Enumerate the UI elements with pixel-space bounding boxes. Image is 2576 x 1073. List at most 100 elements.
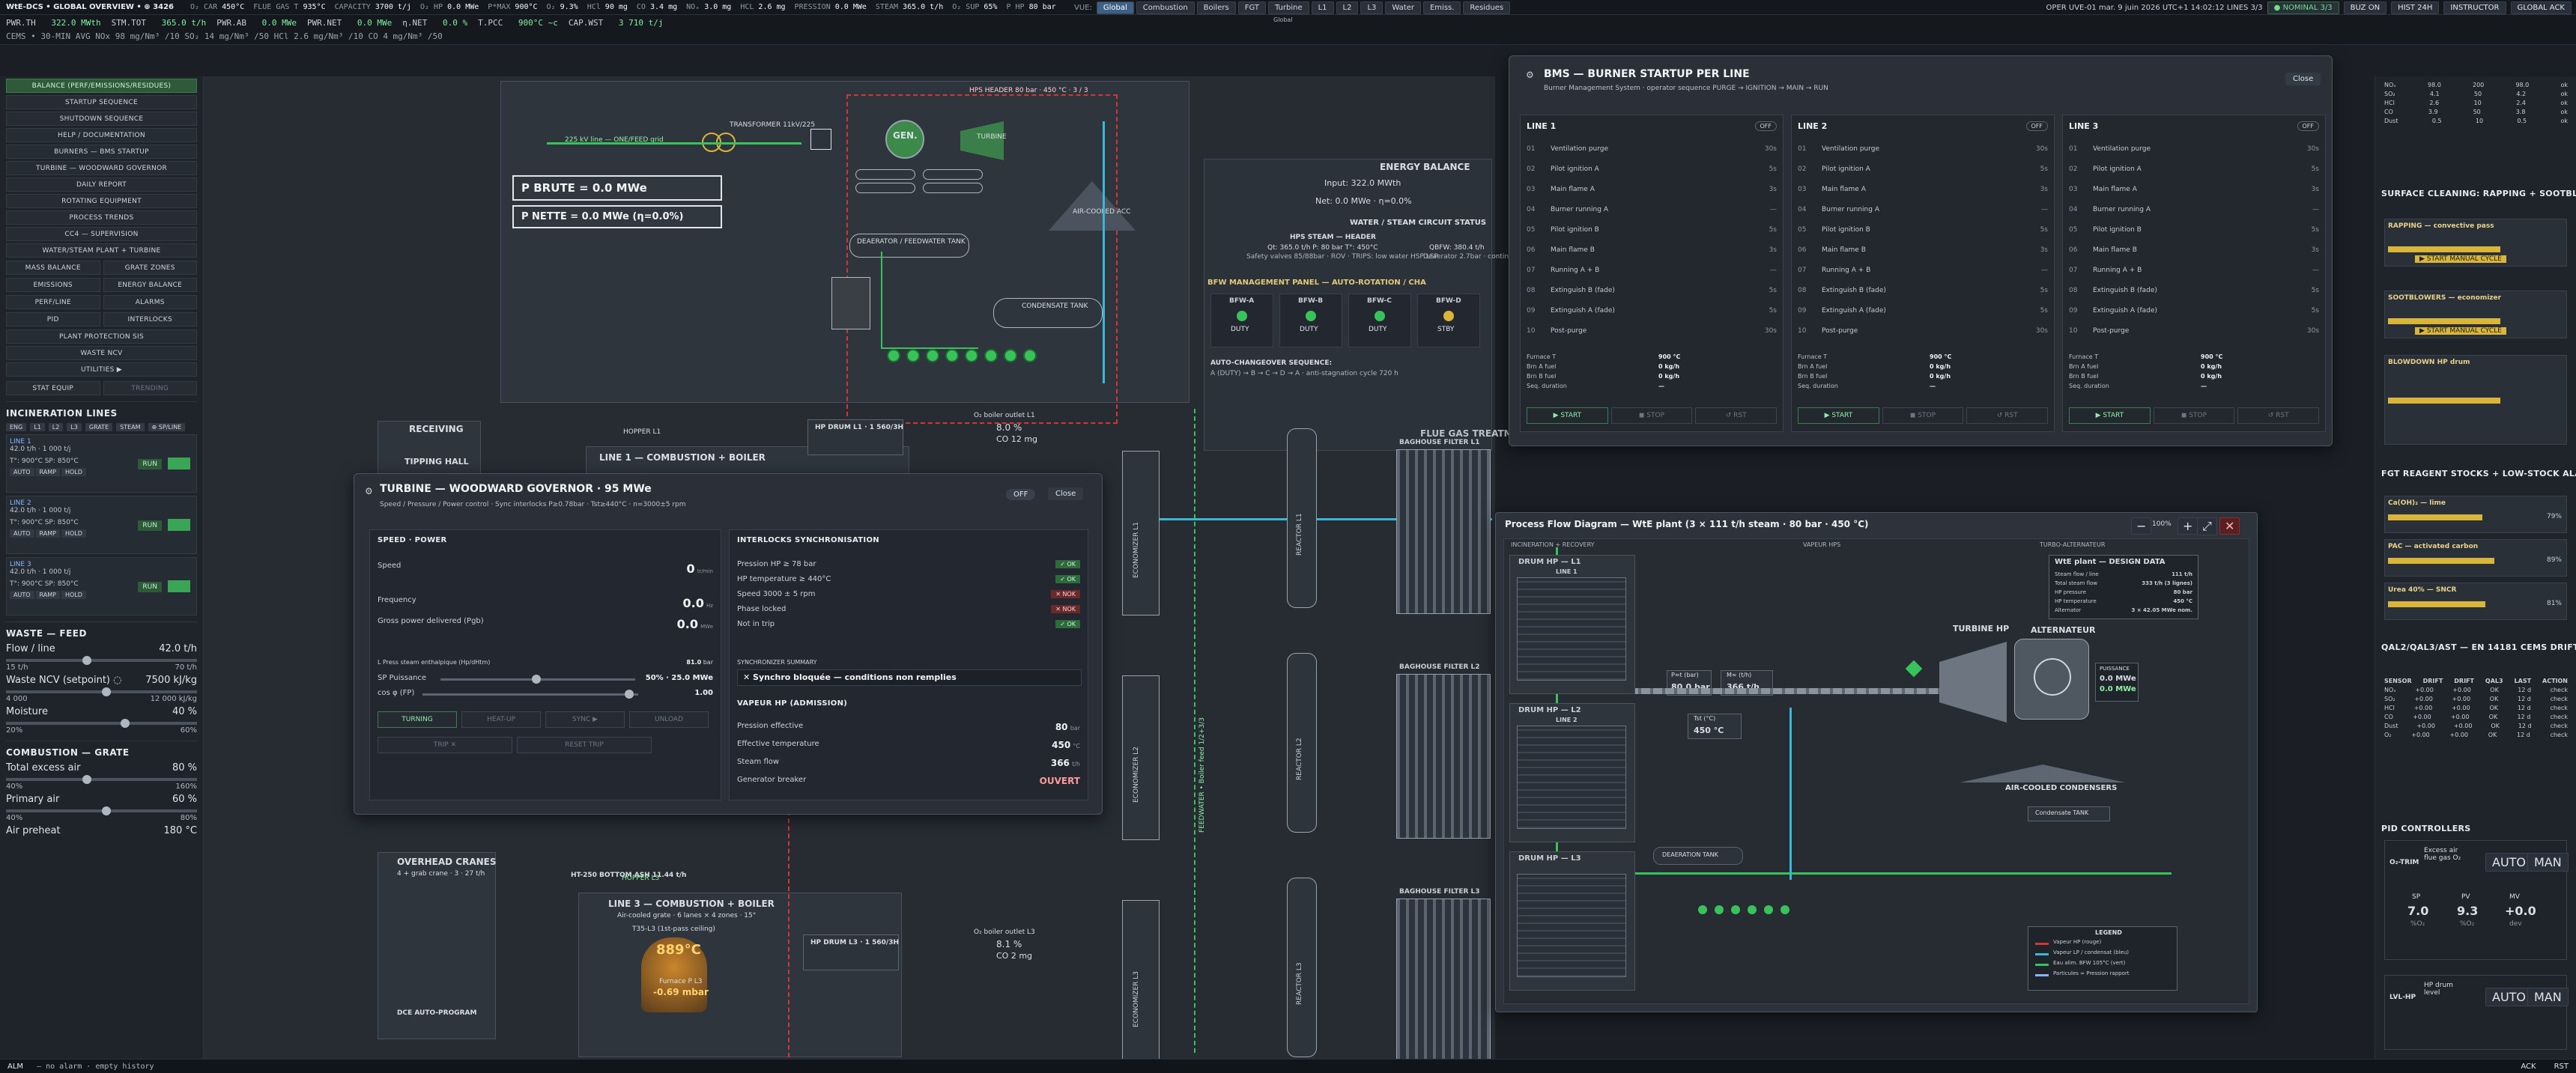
nav-grid-button[interactable]: ENERGY BALANCE — [103, 278, 197, 292]
nav-grid-button[interactable]: GRATE ZONES — [103, 261, 197, 275]
zoom-reset-button[interactable]: ⤢ — [2197, 517, 2217, 535]
sootblowers-start-button[interactable]: ▶ START MANUAL CYCLE — [2415, 327, 2506, 335]
bms-close-button[interactable]: Close — [2285, 73, 2321, 85]
line-mode-button[interactable]: HOLD — [61, 591, 86, 599]
param-slider[interactable] — [6, 806, 197, 815]
nav-button[interactable]: WATER/STEAM PLANT + TURBINE — [6, 243, 197, 258]
bms-line-off-toggle[interactable]: OFF — [1754, 121, 1777, 131]
baghouse-filter[interactable] — [1396, 449, 1491, 614]
turbine-mode-button[interactable]: SYNC ▶ — [545, 711, 625, 728]
global-ack-button[interactable]: GLOBAL ACK — [2510, 1, 2572, 14]
bfw-pump-card[interactable]: BFW-B DUTY — [1279, 294, 1342, 347]
turbine-mode-button[interactable]: UNLOAD — [629, 711, 709, 728]
nav-grid-button[interactable]: PERF/LINE — [6, 295, 100, 309]
breaker[interactable] — [810, 129, 831, 150]
nav-grid-button[interactable]: ALARMS — [103, 295, 197, 309]
trip-button[interactable]: TRIP ✕ — [378, 737, 512, 753]
slider-thumb[interactable] — [82, 656, 91, 665]
pump-icon[interactable] — [1715, 905, 1724, 914]
nav-button[interactable]: SHUTDOWN SEQUENCE — [6, 112, 197, 126]
run-button[interactable]: RUN — [138, 459, 162, 469]
tab-trending[interactable]: TRENDING — [103, 381, 197, 395]
param-slider[interactable] — [6, 687, 197, 696]
qal-cell[interactable]: check — [2551, 687, 2568, 693]
pump-icon[interactable] — [1748, 905, 1757, 914]
pump-icon[interactable] — [1781, 905, 1789, 914]
bms-action-button[interactable]: ▶ START — [1527, 407, 1608, 424]
qal-cell[interactable]: check — [2551, 714, 2568, 720]
line-mode-button[interactable]: HOLD — [61, 468, 86, 476]
slider-thumb[interactable] — [121, 719, 130, 728]
line-mode-button[interactable]: AUTO — [10, 468, 34, 476]
rapping-start-button[interactable]: ▶ START MANUAL CYCLE — [2415, 255, 2506, 263]
lines-toolbar-button[interactable]: L2 — [48, 423, 64, 431]
pump-icon[interactable] — [1023, 349, 1037, 362]
view-tab[interactable]: L3 — [1360, 1, 1384, 14]
view-tab[interactable]: L2 — [1336, 1, 1359, 14]
history-button[interactable]: HIST 24H — [2391, 1, 2440, 14]
nav-button[interactable]: UTILITIES ▶ — [6, 362, 197, 377]
bms-line-off-toggle[interactable]: OFF — [2297, 121, 2319, 131]
qal-cell[interactable]: check — [2551, 705, 2568, 711]
cos-slider[interactable] — [422, 690, 638, 699]
lines-toolbar-button[interactable]: L3 — [67, 423, 82, 431]
line-mode-button[interactable]: RAMP — [35, 529, 60, 538]
pump-icon[interactable] — [984, 349, 998, 362]
bms-action-button[interactable]: ↺ RST — [2237, 407, 2320, 424]
lines-toolbar-button[interactable]: GRATE — [85, 423, 113, 431]
nav-button[interactable]: ROTATING EQUIPMENT — [6, 194, 197, 208]
pump-icon[interactable] — [887, 349, 900, 362]
slider-thumb[interactable] — [101, 806, 111, 815]
bfw-tank[interactable] — [831, 277, 870, 329]
sp-slider[interactable] — [440, 675, 635, 684]
qal-cell[interactable]: check — [2551, 732, 2568, 738]
turbine-close-button[interactable]: Close — [1048, 487, 1084, 500]
economizer[interactable] — [1122, 675, 1160, 840]
bms-action-button[interactable]: ▶ START — [1798, 407, 1879, 424]
pump-icon[interactable] — [945, 349, 959, 362]
turbine-off-toggle[interactable]: OFF — [1006, 489, 1036, 500]
pump-icon[interactable] — [926, 349, 939, 362]
baghouse-filter[interactable] — [1396, 674, 1491, 839]
pump-icon[interactable] — [906, 349, 920, 362]
view-tab[interactable]: FGT — [1237, 1, 1266, 14]
nav-button[interactable]: BURNERS — BMS STARTUP — [6, 145, 197, 159]
view-tab[interactable]: Emiss. — [1422, 1, 1461, 14]
reset-trip-button[interactable]: RESET TRIP — [517, 737, 652, 753]
param-slider[interactable] — [6, 656, 197, 665]
buzzer-button[interactable]: BUZ ON — [2343, 1, 2387, 14]
pump-icon[interactable] — [1698, 905, 1707, 914]
slider-thumb[interactable] — [101, 687, 111, 696]
bms-action-button[interactable]: ↺ RST — [1695, 407, 1778, 424]
view-tab[interactable]: L1 — [1311, 1, 1334, 14]
nav-button[interactable]: BALANCE (PERF/EMISSIONS/RESIDUES) — [6, 79, 197, 93]
nav-button[interactable]: PLANT PROTECTION SIS — [6, 329, 197, 344]
run-button[interactable]: RUN — [138, 520, 162, 531]
bms-action-button[interactable]: ▶ START — [2069, 407, 2151, 424]
line-card[interactable]: LINE 3 42.0 t/h · 1 000 t/j T°: 900°C SP: … — [6, 557, 197, 615]
nav-grid-button[interactable]: MASS BALANCE — [6, 261, 100, 275]
nav-button[interactable]: STARTUP SEQUENCE — [6, 95, 197, 109]
pump-icon[interactable] — [1764, 905, 1773, 914]
param-slider[interactable] — [6, 775, 197, 784]
line-mode-button[interactable]: RAMP — [35, 468, 60, 476]
instructor-button[interactable]: INSTRUCTOR — [2443, 1, 2506, 14]
pid2-auto-button[interactable]: AUTO — [2485, 988, 2533, 1006]
bfw-pump-card[interactable]: BFW-C DUTY — [1348, 294, 1411, 347]
rst-button[interactable]: RST — [2554, 1063, 2569, 1071]
bms-action-button[interactable]: ↺ RST — [1966, 407, 2049, 424]
nav-button[interactable]: DAILY REPORT — [6, 177, 197, 192]
line-card[interactable]: LINE 1 42.0 t/h · 1 000 t/j T°: 900°C SP: … — [6, 434, 197, 493]
baghouse-filter[interactable] — [1396, 899, 1491, 1063]
line-card[interactable]: LINE 2 42.0 t/h · 1 000 t/j T°: 900°C SP: … — [6, 496, 197, 554]
economizer[interactable] — [1122, 451, 1160, 615]
nav-grid-button[interactable]: INTERLOCKS — [103, 312, 197, 326]
line-mode-button[interactable]: HOLD — [61, 529, 86, 538]
view-tab[interactable]: Global — [1096, 1, 1134, 14]
zoom-in-button[interactable]: + — [2178, 517, 2198, 535]
bfw-pump-card[interactable]: BFW-A DUTY — [1210, 294, 1273, 347]
pump-icon[interactable] — [1731, 905, 1740, 914]
tab-stat-equip[interactable]: STAT EQUIP — [6, 381, 100, 395]
turbine-mode-button[interactable]: HEAT-UP — [461, 711, 541, 728]
pump-icon[interactable] — [1004, 349, 1017, 362]
